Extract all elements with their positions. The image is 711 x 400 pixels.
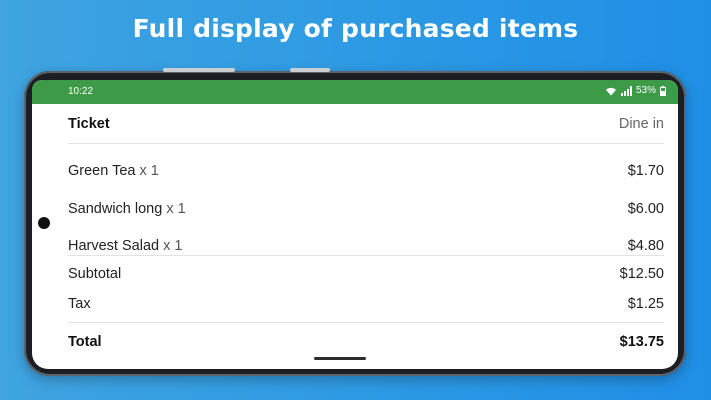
volume-button — [163, 68, 235, 72]
item-qty: x 1 — [163, 238, 183, 254]
order-type-label[interactable]: Dine in — [619, 116, 664, 132]
phone-screen: 10:22 53% Ticket Dine in Green Tea x 1 $… — [32, 80, 678, 369]
item-name-group: Harvest Salad x 1 — [68, 238, 182, 254]
item-price: $1.70 — [627, 163, 664, 179]
list-item[interactable]: Sandwich long x 1 $6.00 — [68, 201, 664, 217]
subtotal-value: $12.50 — [619, 266, 664, 282]
power-button — [290, 68, 330, 72]
status-icons: 53% — [605, 85, 666, 96]
tax-row: Tax $1.25 — [68, 296, 664, 312]
item-name: Harvest Salad — [68, 238, 160, 254]
total-label: Total — [68, 334, 102, 350]
header-divider — [68, 143, 664, 144]
page-headline: Full display of purchased items — [132, 14, 579, 43]
subtotal-label: Subtotal — [68, 266, 122, 282]
touch-indicator-dot — [38, 217, 50, 229]
ticket-panel: Ticket Dine in Green Tea x 1 $1.70 Sandw… — [32, 104, 678, 369]
tax-value: $1.25 — [627, 296, 664, 312]
tax-label: Tax — [68, 296, 91, 312]
item-price: $4.80 — [627, 238, 664, 254]
total-value: $13.75 — [619, 334, 664, 350]
item-name-group: Green Tea x 1 — [68, 163, 159, 179]
item-name-group: Sandwich long x 1 — [68, 201, 186, 217]
ticket-header: Ticket Dine in — [68, 116, 664, 132]
battery-icon — [660, 85, 666, 96]
total-row: Total $13.75 — [68, 334, 664, 350]
item-name: Green Tea — [68, 163, 136, 179]
totals-divider — [68, 322, 664, 323]
list-item[interactable]: Green Tea x 1 $1.70 — [68, 163, 664, 179]
item-qty: x 1 — [166, 201, 186, 217]
items-divider — [68, 255, 664, 256]
list-item[interactable]: Harvest Salad x 1 $4.80 — [68, 238, 664, 254]
item-price: $6.00 — [627, 201, 664, 217]
home-indicator[interactable] — [314, 357, 366, 360]
battery-percent: 53% — [635, 85, 656, 96]
item-qty: x 1 — [139, 163, 159, 179]
item-name: Sandwich long — [68, 201, 163, 217]
status-time: 10:22 — [68, 86, 94, 97]
signal-icon — [620, 85, 632, 96]
wifi-icon — [605, 87, 616, 95]
subtotal-row: Subtotal $12.50 — [68, 266, 664, 282]
status-bar: 10:22 53% — [32, 80, 678, 104]
phone-frame: 10:22 53% Ticket Dine in Green Tea x 1 $… — [24, 68, 686, 376]
ticket-title: Ticket — [68, 116, 110, 132]
